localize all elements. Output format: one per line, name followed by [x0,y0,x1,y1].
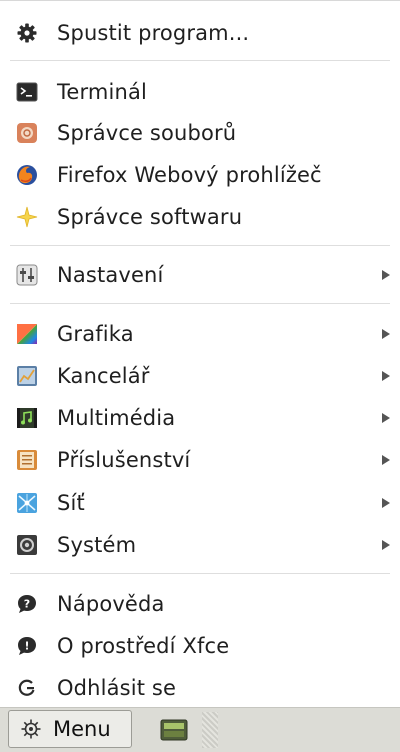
info-icon: ! [16,635,38,657]
menu-item-label: Odhlásit se [57,676,177,700]
menu-item-terminal[interactable]: Terminál [0,74,400,110]
menu-item-network[interactable]: Síť [0,485,400,521]
submenu-arrow-icon [382,270,390,280]
menu-item-label: O prostředí Xfce [57,634,230,658]
menu-item-label: Terminál [57,80,147,104]
office-icon [16,365,38,387]
panel-grip[interactable] [202,712,218,748]
menu-item-help[interactable]: ? Nápověda [0,586,400,622]
menu-item-label: Spustit program... [57,21,250,45]
menu-item-label: Síť [57,491,85,515]
graphics-icon [16,323,38,345]
menu-item-file-manager[interactable]: Správce souborů [0,115,400,151]
menu-item-label: Správce softwaru [57,205,243,229]
menu-item-label: Příslušenství [57,448,191,472]
menu-item-about-xfce[interactable]: ! O prostředí Xfce [0,628,400,664]
help-icon: ? [16,593,38,615]
menu-button[interactable]: Menu [8,710,132,748]
menu-separator [10,245,390,246]
network-icon [16,492,38,514]
menu-separator [10,303,390,304]
menu-item-label: Nastavení [57,263,164,287]
menu-item-label: Systém [57,533,137,557]
application-menu: Spustit program... Terminál Správce soub… [0,0,400,707]
gear-icon [20,718,42,740]
menu-item-run-program[interactable]: Spustit program... [0,15,400,51]
submenu-arrow-icon [382,413,390,423]
menu-item-label: Správce souborů [57,121,237,145]
svg-text:!: ! [24,640,29,653]
menu-item-system[interactable]: Systém [0,527,400,563]
menu-item-logout[interactable]: Odhlásit se [0,670,400,706]
system-icon [16,534,38,556]
menu-separator [10,573,390,574]
submenu-arrow-icon [382,371,390,381]
multimedia-icon [16,407,38,429]
menu-item-accessories[interactable]: Příslušenství [0,442,400,478]
menu-item-label: Firefox Webový prohlížeč [57,163,322,187]
menu-item-software-manager[interactable]: Správce softwaru [0,199,400,235]
logout-icon [16,677,38,699]
menu-item-office[interactable]: Kancelář [0,358,400,394]
accessories-icon [16,449,38,471]
submenu-arrow-icon [382,540,390,550]
settings-icon [16,264,38,286]
show-desktop-icon[interactable] [160,718,188,742]
menu-item-label: Kancelář [57,364,150,388]
menu-button-label: Menu [53,717,111,741]
menu-separator [10,60,390,61]
taskbar: Menu [0,707,400,752]
menu-item-settings[interactable]: Nastavení [0,257,400,293]
submenu-arrow-icon [382,498,390,508]
menu-item-graphics[interactable]: Grafika [0,316,400,352]
menu-item-label: Grafika [57,322,134,346]
menu-item-label: Nápověda [57,592,165,616]
svg-text:?: ? [24,598,30,611]
submenu-arrow-icon [382,455,390,465]
submenu-arrow-icon [382,329,390,339]
menu-item-multimedia[interactable]: Multimédia [0,400,400,436]
menu-item-label: Multimédia [57,406,176,430]
menu-item-firefox[interactable]: Firefox Webový prohlížeč [0,157,400,193]
file-manager-icon [16,122,38,144]
terminal-icon [16,81,38,103]
gear-icon [16,22,38,44]
star-icon [16,206,38,228]
firefox-icon [16,164,38,186]
